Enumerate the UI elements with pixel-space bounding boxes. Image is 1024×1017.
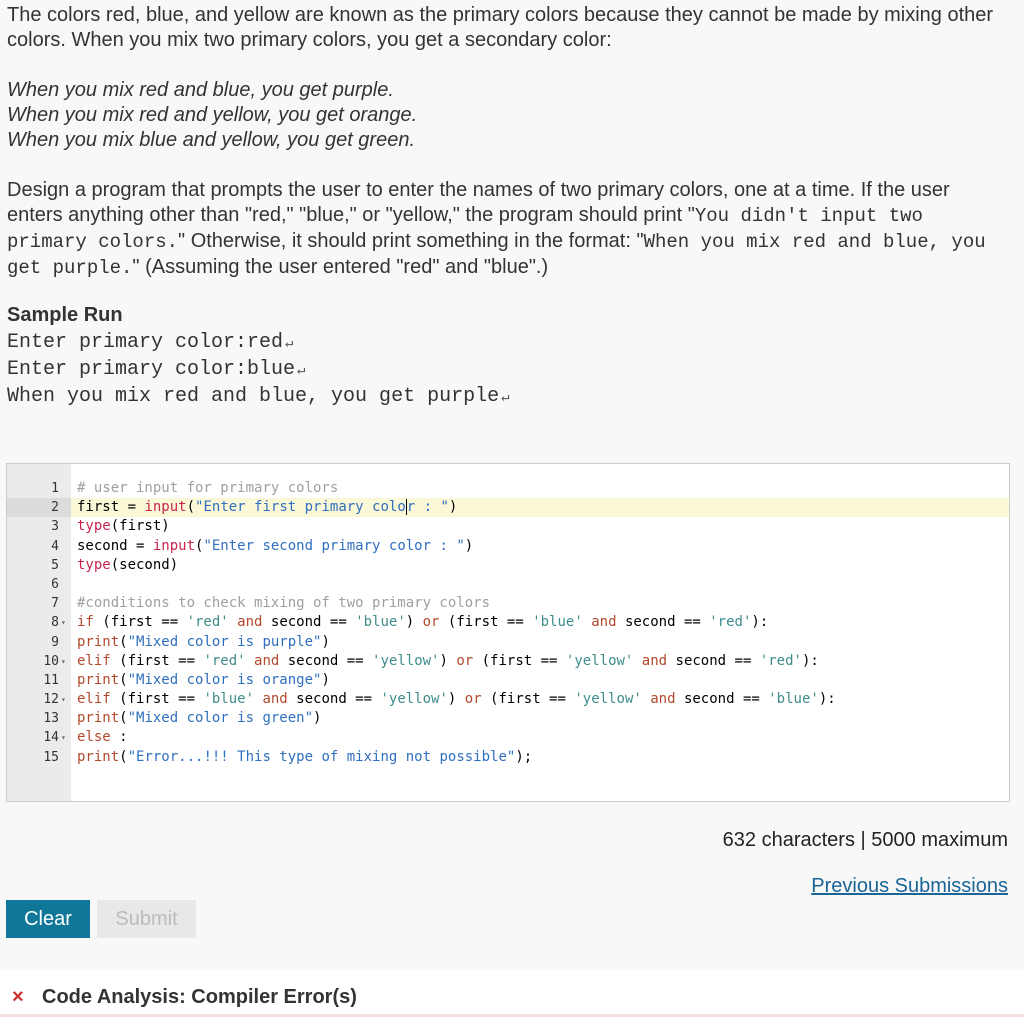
sample-run-title: Sample Run	[7, 304, 123, 326]
code-line-active[interactable]: 2 first = input("Enter first primary colo…	[7, 498, 1009, 518]
examples: When you mix red and blue, you get purpl…	[7, 78, 1007, 153]
line-code[interactable]: print("Mixed color is green")	[77, 709, 321, 728]
code-line[interactable]: 11 print("Mixed color is orange")	[7, 671, 1009, 690]
design-text: " (Assuming the user entered "red" and "…	[132, 256, 549, 278]
code-lines[interactable]: 1 # user input for primary colors 2 first …	[7, 479, 1009, 767]
code-line[interactable]: 4 second = input("Enter second primary co…	[7, 537, 1009, 556]
design-text: " Otherwise, it should print something i…	[178, 230, 644, 252]
code-line[interactable]: 14 ▾ else :	[7, 728, 1009, 747]
previous-submissions-link[interactable]: Previous Submissions	[811, 875, 1008, 898]
counter-separator: |	[860, 829, 866, 851]
line-code[interactable]: print("Error...!!! This type of mixing n…	[77, 748, 532, 767]
fold-arrow-icon[interactable]: ▾	[61, 613, 66, 632]
intro-paragraph: The colors red, blue, and yellow are kno…	[7, 4, 994, 51]
line-code[interactable]: # user input for primary colors	[77, 479, 338, 498]
line-number: 2	[7, 498, 71, 518]
code-analysis-panel[interactable]: × Code Analysis: Compiler Error(s)	[0, 970, 1024, 1017]
line-number: 3	[51, 519, 59, 535]
submit-button[interactable]: Submit	[97, 900, 196, 938]
line-code[interactable]: elif (first == 'blue' and second == 'yel…	[77, 690, 836, 709]
sample-line: Enter primary color:red ↵	[7, 330, 510, 357]
code-line[interactable]: 10 ▾ elif (first == 'red' and second == 'y…	[7, 652, 1009, 671]
line-code[interactable]: print("Mixed color is orange")	[77, 671, 330, 690]
line-number: 13	[43, 711, 59, 727]
line-code[interactable]: else :	[77, 728, 128, 747]
return-icon: ↵	[297, 363, 306, 379]
line-number: 15	[43, 749, 59, 765]
char-max: 5000 maximum	[871, 829, 1008, 851]
code-line[interactable]: 12 ▾ elif (first == 'blue' and second == '…	[7, 690, 1009, 709]
code-analysis-title[interactable]: Code Analysis: Compiler Error(s)	[42, 986, 357, 1009]
sample-line-text: Enter primary color:blue	[7, 358, 296, 381]
line-number: 9	[51, 634, 59, 650]
fold-arrow-icon[interactable]: ▾	[61, 652, 66, 671]
line-number: 6	[51, 576, 59, 592]
code-line[interactable]: 1 # user input for primary colors	[7, 479, 1009, 498]
line-code[interactable]: print("Mixed color is purple")	[77, 633, 330, 652]
code-line[interactable]: 3 type(first)	[7, 517, 1009, 536]
design-paragraph: Design a program that prompts the user t…	[7, 178, 1007, 281]
line-code[interactable]: type(second)	[77, 556, 178, 575]
line-number: 11	[43, 672, 59, 688]
code-editor[interactable]: 1 # user input for primary colors 2 first …	[6, 463, 1010, 802]
problem-statement: The colors red, blue, and yellow are kno…	[7, 3, 1007, 281]
char-count: 632 characters	[722, 829, 855, 851]
line-code[interactable]: if (first == 'red' and second == 'blue')…	[77, 613, 768, 632]
sample-line-text: When you mix red and blue, you get purpl…	[7, 385, 500, 408]
fold-arrow-icon[interactable]: ▾	[61, 728, 66, 747]
code-line[interactable]: 5 type(second)	[7, 556, 1009, 575]
return-icon: ↵	[501, 390, 510, 406]
sample-line-text: Enter primary color:red	[7, 331, 284, 354]
code-line[interactable]: 13 print("Mixed color is green")	[7, 709, 1009, 728]
code-line[interactable]: 15 print("Error...!!! This type of mixing…	[7, 748, 1009, 767]
clear-button[interactable]: Clear	[6, 900, 90, 938]
line-number: 5	[51, 557, 59, 573]
sample-line: Enter primary color:blue ↵	[7, 357, 510, 384]
code-line[interactable]: 8 ▾ if (first == 'red' and second == 'blue…	[7, 613, 1009, 632]
line-number: 7	[51, 596, 59, 612]
fold-arrow-icon[interactable]: ▾	[61, 690, 66, 709]
line-number: 1	[51, 481, 59, 496]
code-line[interactable]: 7 #conditions to check mixing of two prim…	[7, 594, 1009, 613]
sample-run-output: Enter primary color:red ↵ Enter primary co…	[7, 330, 510, 411]
example-line: When you mix red and blue, you get purpl…	[7, 79, 394, 101]
sample-line: When you mix red and blue, you get purpl…	[7, 384, 510, 411]
line-code[interactable]: elif (first == 'red' and second == 'yell…	[77, 652, 819, 671]
line-code[interactable]: #conditions to check mixing of two prima…	[77, 594, 490, 613]
line-code[interactable]: second = input("Enter second primary col…	[77, 537, 473, 556]
code-line[interactable]: 9 print("Mixed color is purple")	[7, 633, 1009, 652]
return-icon: ↵	[285, 336, 294, 352]
character-counter: 632 characters | 5000 maximum	[723, 829, 1008, 852]
error-x-icon: ×	[12, 986, 24, 1008]
line-code[interactable]: type(first)	[77, 517, 170, 536]
line-number: 4	[51, 538, 59, 554]
line-code[interactable]: first = input("Enter first primary color…	[77, 498, 457, 517]
example-line: When you mix red and yellow, you get ora…	[7, 104, 418, 126]
code-line[interactable]: 6	[7, 575, 1009, 594]
example-line: When you mix blue and yellow, you get gr…	[7, 129, 416, 151]
